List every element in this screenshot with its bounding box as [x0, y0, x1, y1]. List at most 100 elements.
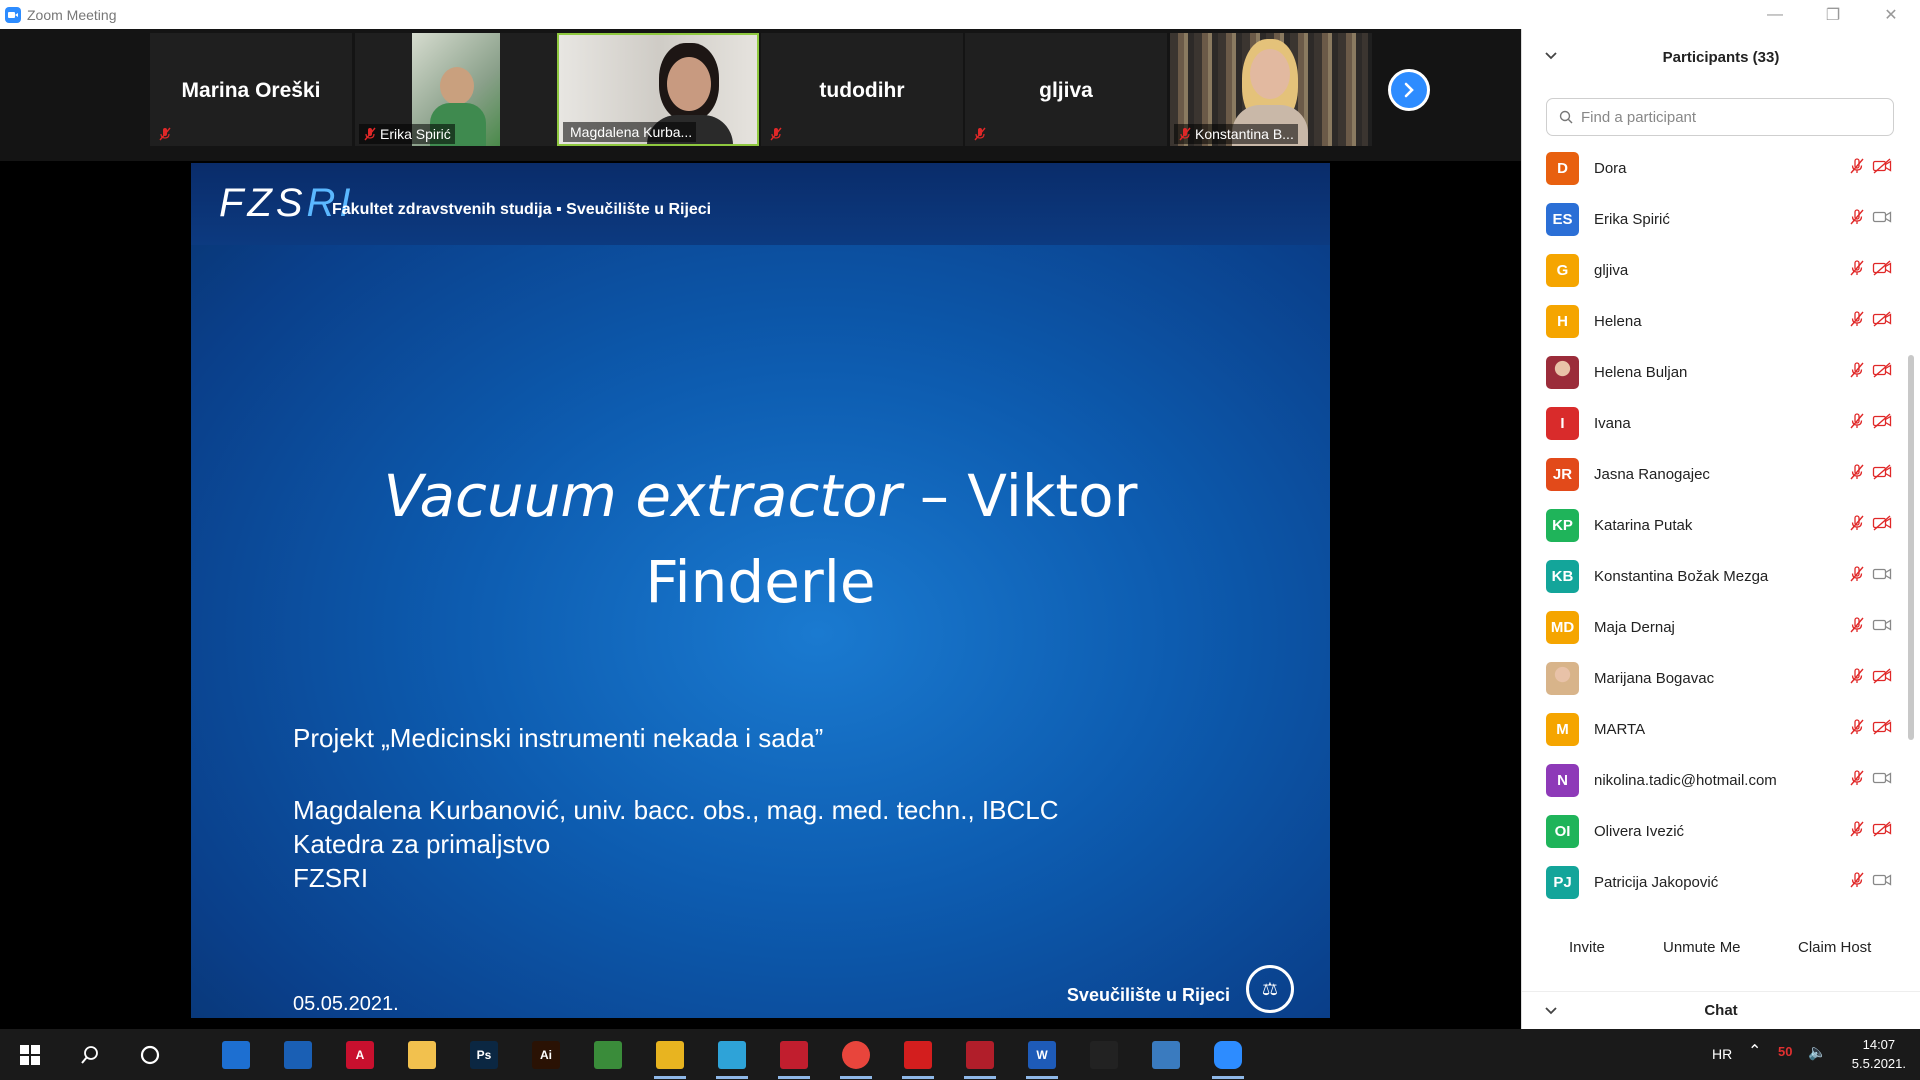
invite-button[interactable]: Invite — [1569, 939, 1605, 956]
tile-name: tudodihr — [819, 79, 905, 102]
participant-row[interactable]: M MARTA — [1522, 704, 1902, 755]
minimize-button[interactable]: — — [1746, 0, 1804, 29]
taskbar-clock[interactable]: 14:07 5.5.2021. — [1852, 1035, 1906, 1073]
participant-list-scrollbar[interactable] — [1908, 355, 1914, 740]
taskbar-app-explorer[interactable] — [652, 1037, 688, 1079]
cortana-button[interactable] — [132, 1037, 168, 1073]
participant-row[interactable]: D Dora — [1522, 143, 1902, 194]
taskbar-app-sticky[interactable] — [404, 1037, 440, 1073]
tile-name: gljiva — [1039, 79, 1093, 102]
taskbar-app-acrobat[interactable] — [900, 1037, 936, 1079]
video-tile-magdalena[interactable]: Magdalena Kurba... — [557, 33, 759, 146]
participant-row[interactable]: OI Olivera Ivezić — [1522, 806, 1902, 857]
participant-list: D Dora ES Erika Spirić Ggljiva H Helena Helena … — [1522, 143, 1902, 938]
participant-row[interactable]: H Helena — [1522, 296, 1902, 347]
participant-row[interactable]: JR Jasna Ranogajec — [1522, 449, 1902, 500]
slide-department: Katedra za primaljstvo — [293, 829, 551, 859]
tray-expand-chevron-icon[interactable]: ⌃ — [1748, 1041, 1761, 1061]
taskbar-app-edge[interactable] — [280, 1037, 316, 1073]
mic-muted-icon — [363, 127, 377, 141]
video-tile-tudodihr[interactable]: tudodihr — [761, 33, 963, 146]
participant-row[interactable]: PJ Patricija Jakopović — [1522, 857, 1902, 908]
participant-name: Ivana — [1594, 415, 1631, 432]
running-indicator — [654, 1076, 686, 1079]
windows-start-button[interactable] — [12, 1037, 48, 1073]
tile-label-text: Magdalena Kurba... — [570, 124, 693, 140]
video-off-icon — [1872, 361, 1892, 384]
tile-label: Erika Spirić — [359, 124, 455, 144]
video-tile-gljiva[interactable]: gljiva — [965, 33, 1167, 146]
taskbar-app-photos[interactable] — [1148, 1037, 1184, 1073]
chevron-down-icon[interactable] — [1544, 49, 1558, 63]
tile-label-text: Konstantina B... — [1195, 126, 1294, 142]
participant-row[interactable]: I Ivana — [1522, 398, 1902, 449]
running-indicator — [840, 1076, 872, 1079]
taskbar-app-zoom[interactable] — [1210, 1037, 1246, 1079]
clock-date: 5.5.2021. — [1851, 1056, 1906, 1071]
mic-muted-icon — [1848, 412, 1866, 435]
participant-row[interactable]: KB Konstantina Božak Mezga — [1522, 551, 1902, 602]
chat-header[interactable]: Chat — [1522, 991, 1920, 1029]
video-on-icon — [1872, 616, 1892, 639]
participant-avatar: MD — [1546, 611, 1579, 644]
taskbar-app-autodesk[interactable] — [218, 1037, 254, 1073]
slide-institution: FZSRI — [293, 863, 369, 893]
participant-row[interactable]: Marijana Bogavac — [1522, 653, 1902, 704]
cortana-circle-icon — [140, 1045, 160, 1065]
taskbar-app-davinci[interactable] — [776, 1037, 812, 1079]
video-strip: Marina Oreški Erika Spirić Magdalena Kur… — [0, 29, 1521, 161]
language-indicator[interactable]: HR — [1712, 1046, 1732, 1062]
running-indicator — [964, 1076, 996, 1079]
participant-avatar: KB — [1546, 560, 1579, 593]
participant-avatar: ES — [1546, 203, 1579, 236]
close-button[interactable]: ✕ — [1862, 0, 1920, 29]
video-tile-erika[interactable]: Erika Spirić — [355, 33, 557, 146]
taskbar-app-illustrator[interactable]: Ai — [528, 1037, 564, 1073]
participant-row[interactable]: KP Katarina Putak — [1522, 500, 1902, 551]
running-indicator — [778, 1076, 810, 1079]
video-tile-konstantina[interactable]: Konstantina B... — [1170, 33, 1372, 146]
participant-name: nikolina.tadic@hotmail.com — [1594, 772, 1777, 789]
participant-row[interactable]: Ggljiva — [1522, 245, 1902, 296]
participant-row[interactable]: Nnikolina.tadic@hotmail.com — [1522, 755, 1902, 806]
participants-header: Participants (33) — [1522, 29, 1920, 85]
mic-muted-icon — [973, 127, 987, 141]
sticky-icon — [408, 1041, 436, 1069]
claim-host-button[interactable]: Claim Host — [1798, 939, 1871, 956]
participant-avatar: D — [1546, 152, 1579, 185]
taskbar-app-photoshop[interactable]: Ps — [466, 1037, 502, 1073]
participant-row[interactable]: ES Erika Spirić — [1522, 194, 1902, 245]
video-on-icon — [1872, 871, 1892, 894]
tray-app-icon[interactable]: 50 — [1778, 1044, 1792, 1059]
taskbar-app-mendeley[interactable] — [962, 1037, 998, 1079]
restore-button[interactable]: ❐ — [1804, 0, 1862, 29]
kodi-icon — [718, 1041, 746, 1069]
video-off-icon — [1872, 259, 1892, 282]
explorer-icon — [656, 1041, 684, 1069]
tile-label — [154, 124, 176, 144]
video-off-icon — [1872, 514, 1892, 537]
participant-row[interactable]: Helena Buljan — [1522, 347, 1902, 398]
taskbar-app-word[interactable]: W — [1024, 1037, 1060, 1079]
next-page-button[interactable] — [1388, 69, 1430, 111]
zoom-app-icon — [5, 6, 21, 23]
participant-row[interactable]: MD Maja Dernaj — [1522, 602, 1902, 653]
taskbar-app-kodi[interactable] — [714, 1037, 750, 1079]
taskbar-app-chrome[interactable] — [838, 1037, 874, 1079]
participant-search-input[interactable]: Find a participant — [1546, 98, 1894, 136]
mic-muted-icon — [1848, 208, 1866, 231]
photoshop-icon: Ps — [470, 1041, 498, 1069]
search-button[interactable] — [72, 1037, 108, 1073]
chevron-down-icon[interactable] — [1544, 1004, 1558, 1018]
taskbar-app-geogebra[interactable] — [590, 1037, 626, 1073]
chat-title: Chat — [1704, 1002, 1738, 1019]
video-tile-marina[interactable]: Marina Oreški — [150, 33, 352, 146]
volume-icon[interactable]: 🔈 — [1808, 1043, 1827, 1061]
mic-muted-icon — [1848, 259, 1866, 282]
search-placeholder: Find a participant — [1581, 108, 1697, 126]
mic-muted-icon — [1848, 718, 1866, 741]
taskbar-app-autocad[interactable]: A — [342, 1037, 378, 1073]
unmute-me-button[interactable]: Unmute Me — [1663, 939, 1741, 956]
taskbar-app-obs[interactable] — [1086, 1037, 1122, 1073]
autodesk-icon — [222, 1041, 250, 1069]
